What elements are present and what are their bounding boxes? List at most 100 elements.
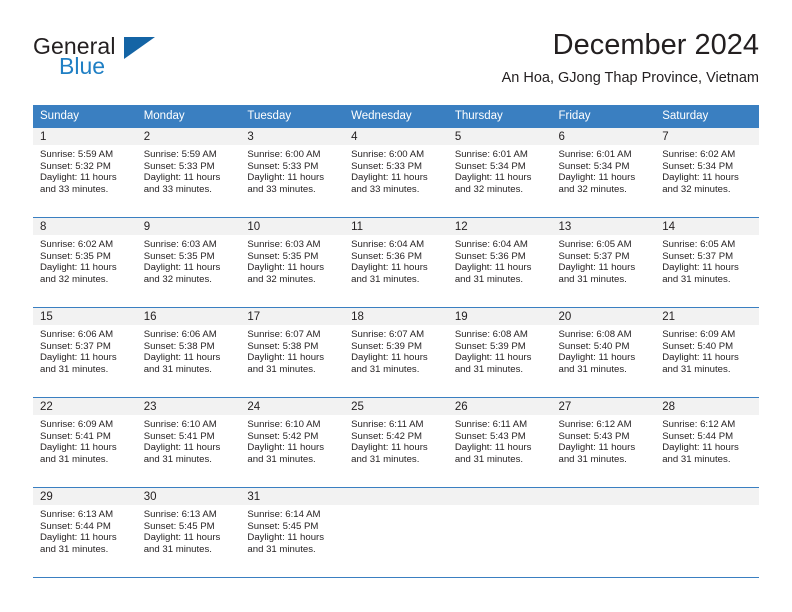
daylight-text-line2: and 31 minutes.	[143, 453, 212, 465]
day-cell: 12 Sunrise: 6:04 AM Sunset: 5:36 PM Dayligh…	[447, 217, 552, 308]
sunrise-text: Sunrise: 6:10 AM	[143, 419, 217, 430]
day-number: 18	[344, 308, 448, 325]
day-cell: 7 Sunrise: 6:02 AM Sunset: 5:34 PM Daylight…	[655, 127, 759, 218]
daylight-text-line1: Daylight: 11 hours	[558, 172, 636, 184]
day-details: Sunrise: 6:00 AM Sunset: 5:33 PM Daylight:…	[240, 145, 344, 195]
daylight-text-line2: and 31 minutes.	[351, 363, 420, 375]
sunset-text: Sunset: 5:38 PM	[247, 340, 319, 352]
daylight-text-line1: Daylight: 11 hours	[662, 172, 739, 184]
day-number: 13	[551, 218, 656, 235]
daylight-text-line1: Daylight: 11 hours	[247, 532, 325, 544]
daylight-text-line2: and 32 minutes.	[247, 273, 316, 285]
day-cell: 4 Sunrise: 6:00 AM Sunset: 5:33 PM Daylight…	[344, 127, 448, 218]
sunset-text: Sunset: 5:44 PM	[40, 520, 111, 532]
sunset-text: Sunset: 5:41 PM	[40, 430, 111, 442]
sunset-text: Sunset: 5:33 PM	[247, 160, 319, 172]
daylight-text-line1: Daylight: 11 hours	[247, 352, 325, 364]
day-number: 29	[33, 488, 137, 505]
daylight-text-line1: Daylight: 11 hours	[247, 262, 325, 274]
day-cell: 19 Sunrise: 6:08 AM Sunset: 5:39 PM Dayligh…	[447, 307, 552, 398]
daylight-text-line2: and 31 minutes.	[662, 363, 731, 375]
day-number: 9	[136, 218, 241, 235]
day-details	[448, 505, 552, 509]
day-details: Sunrise: 6:03 AM Sunset: 5:35 PM Daylight:…	[137, 235, 241, 285]
day-cell: 24 Sunrise: 6:10 AM Sunset: 5:42 PM Dayligh…	[240, 397, 345, 488]
day-number: 27	[551, 398, 656, 415]
day-number: 17	[240, 308, 345, 325]
daylight-text-line1: Daylight: 11 hours	[662, 262, 739, 274]
day-number: 8	[33, 218, 137, 235]
daylight-text-line1: Daylight: 11 hours	[662, 352, 739, 364]
day-cell-empty	[447, 487, 552, 578]
sunset-text: Sunset: 5:36 PM	[454, 250, 526, 262]
daylight-text-line2: and 31 minutes.	[40, 453, 109, 465]
daylight-text-line2: and 31 minutes.	[143, 543, 212, 555]
page-header: General Blue December 2024 An Hoa, GJong…	[33, 28, 759, 98]
day-cell: 9 Sunrise: 6:03 AM Sunset: 5:35 PM Daylight…	[136, 217, 241, 308]
daylight-text-line1: Daylight: 11 hours	[454, 262, 532, 274]
daylight-text-line1: Daylight: 11 hours	[454, 442, 532, 454]
day-details: Sunrise: 6:05 AM Sunset: 5:37 PM Daylight:…	[552, 235, 656, 285]
daylight-text-line2: and 31 minutes.	[558, 273, 627, 285]
daylight-text-line2: and 32 minutes.	[143, 273, 212, 285]
day-number	[551, 488, 656, 505]
daylight-text-line1: Daylight: 11 hours	[143, 442, 221, 454]
sunset-text: Sunset: 5:42 PM	[247, 430, 319, 442]
day-number: 12	[447, 218, 552, 235]
day-number	[655, 488, 759, 505]
day-cell: 21 Sunrise: 6:09 AM Sunset: 5:40 PM Dayligh…	[655, 307, 759, 398]
day-details: Sunrise: 6:03 AM Sunset: 5:35 PM Daylight:…	[240, 235, 344, 285]
sunset-text: Sunset: 5:44 PM	[662, 430, 734, 442]
sunset-text: Sunset: 5:40 PM	[662, 340, 734, 352]
day-number: 24	[240, 398, 345, 415]
day-cell: 22 Sunrise: 6:09 AM Sunset: 5:41 PM Dayligh…	[33, 397, 137, 488]
day-number: 4	[344, 128, 448, 145]
general-blue-logo[interactable]: General Blue	[33, 34, 243, 90]
sunset-text: Sunset: 5:34 PM	[558, 160, 630, 172]
daylight-text-line1: Daylight: 11 hours	[40, 262, 117, 274]
sunset-text: Sunset: 5:35 PM	[143, 250, 215, 262]
sunset-text: Sunset: 5:43 PM	[558, 430, 630, 442]
day-details: Sunrise: 6:13 AM Sunset: 5:44 PM Daylight:…	[33, 505, 137, 555]
sunset-text: Sunset: 5:42 PM	[351, 430, 423, 442]
sunrise-text: Sunrise: 6:09 AM	[662, 329, 736, 340]
day-number: 28	[655, 398, 759, 415]
week-row: 8 Sunrise: 6:02 AM Sunset: 5:35 PM Daylight…	[33, 217, 759, 308]
day-cell: 27 Sunrise: 6:12 AM Sunset: 5:43 PM Dayligh…	[551, 397, 656, 488]
daylight-text-line1: Daylight: 11 hours	[40, 532, 117, 544]
daylight-text-line1: Daylight: 11 hours	[454, 352, 532, 364]
day-cell: 30 Sunrise: 6:13 AM Sunset: 5:45 PM Dayligh…	[136, 487, 241, 578]
sunrise-text: Sunrise: 6:08 AM	[454, 329, 528, 340]
day-cell: 29 Sunrise: 6:13 AM Sunset: 5:44 PM Dayligh…	[33, 487, 137, 578]
sunrise-text: Sunrise: 5:59 AM	[143, 149, 217, 160]
weekday-header-thursday: Thursday	[447, 105, 552, 128]
day-details: Sunrise: 6:08 AM Sunset: 5:40 PM Daylight:…	[552, 325, 656, 375]
sunrise-text: Sunrise: 6:11 AM	[454, 419, 528, 430]
sunrise-text: Sunrise: 6:03 AM	[143, 239, 217, 250]
sunrise-text: Sunrise: 6:14 AM	[247, 509, 321, 520]
weekday-header-friday: Friday	[551, 105, 656, 128]
day-details	[344, 505, 448, 509]
day-number: 6	[551, 128, 656, 145]
day-cell: 1 Sunrise: 5:59 AM Sunset: 5:32 PM Daylight…	[33, 127, 137, 218]
sunrise-text: Sunrise: 6:07 AM	[351, 329, 425, 340]
day-cell: 3 Sunrise: 6:00 AM Sunset: 5:33 PM Daylight…	[240, 127, 345, 218]
day-cell: 25 Sunrise: 6:11 AM Sunset: 5:42 PM Dayligh…	[344, 397, 448, 488]
day-details: Sunrise: 6:04 AM Sunset: 5:36 PM Daylight:…	[344, 235, 448, 285]
sunset-text: Sunset: 5:40 PM	[558, 340, 630, 352]
day-cell-empty	[655, 487, 759, 578]
sunset-text: Sunset: 5:35 PM	[40, 250, 111, 262]
sunrise-text: Sunrise: 6:03 AM	[247, 239, 321, 250]
week-row: 15 Sunrise: 6:06 AM Sunset: 5:37 PM Dayligh…	[33, 307, 759, 398]
day-cell: 20 Sunrise: 6:08 AM Sunset: 5:40 PM Dayligh…	[551, 307, 656, 398]
calendar-body: 1 Sunrise: 5:59 AM Sunset: 5:32 PM Daylight…	[33, 127, 759, 578]
logo-triangle-icon	[124, 37, 155, 59]
daylight-text-line1: Daylight: 11 hours	[558, 352, 636, 364]
sunrise-text: Sunrise: 6:12 AM	[558, 419, 632, 430]
day-details: Sunrise: 6:11 AM Sunset: 5:42 PM Daylight:…	[344, 415, 448, 465]
daylight-text-line2: and 31 minutes.	[662, 453, 731, 465]
day-cell-empty	[344, 487, 448, 578]
daylight-text-line2: and 31 minutes.	[247, 453, 316, 465]
day-cell: 17 Sunrise: 6:07 AM Sunset: 5:38 PM Dayligh…	[240, 307, 345, 398]
sunset-text: Sunset: 5:36 PM	[351, 250, 423, 262]
